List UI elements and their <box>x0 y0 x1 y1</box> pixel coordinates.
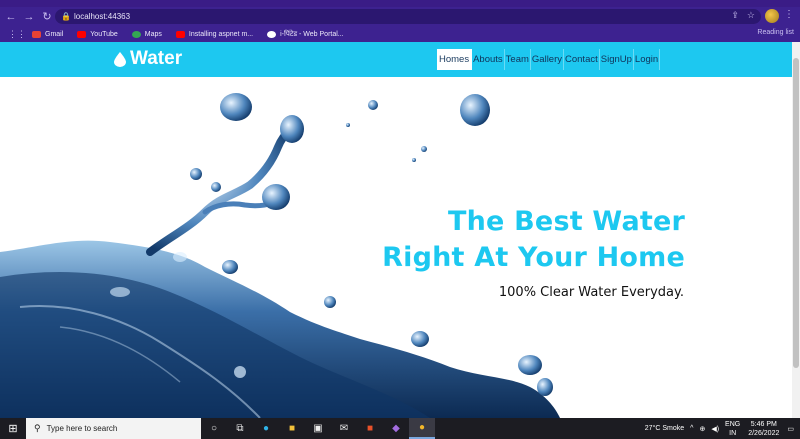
visual-studio-icon[interactable]: ◆ <box>383 418 409 439</box>
bookmark-installing-aspnet[interactable]: Installing aspnet m... <box>175 30 253 38</box>
network-icon[interactable]: ⊕ <box>699 425 705 433</box>
hero-banner: The Best Water Right At Your Home 100% C… <box>0 77 792 418</box>
search-icon: ⚲ <box>34 423 41 433</box>
bookmark-youtube[interactable]: YouTube <box>77 30 118 38</box>
url-text[interactable]: localhost:44363 <box>74 12 130 21</box>
office-icon[interactable]: ■ <box>357 418 383 439</box>
clock[interactable]: 5:46 PM 2/26/2022 <box>748 420 779 438</box>
forward-icon[interactable]: → <box>22 10 36 24</box>
scrollbar-thumb[interactable] <box>793 58 799 368</box>
tray-chevron-icon[interactable]: ^ <box>690 425 693 432</box>
reading-list-label: Reading list <box>757 29 794 36</box>
search-placeholder: Type here to search <box>46 424 118 433</box>
mail-icon[interactable]: ✉ <box>331 418 357 439</box>
nav-team[interactable]: Team <box>505 49 531 70</box>
bookmark-star-icon[interactable]: ☆ <box>747 10 755 21</box>
lang-top: ENG <box>725 420 741 428</box>
main-menu: Homes Abouts Team Gallery Contact SignUp… <box>437 49 661 70</box>
system-tray: 27°C Smoke ^ ⊕ ◀) ENG IN 5:46 PM 2/26/20… <box>645 418 800 439</box>
hero-subtitle: 100% Clear Water Everyday. <box>498 285 684 300</box>
lock-icon[interactable]: 🔒 <box>60 12 72 21</box>
gmail-icon <box>32 30 41 38</box>
share-icon[interactable]: ⇪ <box>731 10 739 21</box>
youtube-icon <box>77 30 87 38</box>
address-bar[interactable]: 🔒 localhost:44363 ⇪ ☆ <box>55 9 761 24</box>
site-brand[interactable]: Water <box>114 48 182 70</box>
back-icon[interactable]: ← <box>4 10 18 24</box>
portal-icon <box>267 30 277 38</box>
edge-icon[interactable]: ● <box>253 418 279 439</box>
task-view-icon[interactable]: ⧉ <box>227 418 253 439</box>
reload-icon[interactable]: ↻ <box>40 10 54 24</box>
water-drop-icon <box>114 51 126 67</box>
weather-widget[interactable]: 27°C Smoke <box>645 425 684 432</box>
nav-homes[interactable]: Homes <box>437 49 473 70</box>
cortana-icon[interactable]: ○ <box>201 418 227 439</box>
headline-line-1: The Best Water <box>448 206 685 237</box>
page-scrollbar[interactable] <box>792 42 800 418</box>
weather-text: 27°C Smoke <box>644 425 685 432</box>
browser-menu-icon[interactable]: ⋮ <box>784 9 794 20</box>
bookmark-gmail[interactable]: Gmail <box>32 30 63 38</box>
chrome-icon[interactable]: ● <box>409 418 435 439</box>
clock-time: 5:46 PM <box>750 420 777 428</box>
headline-line-2: Right At Your Home <box>382 242 685 273</box>
clock-date: 2/26/2022 <box>748 429 780 437</box>
profile-avatar[interactable] <box>765 9 779 23</box>
hero-headline: The Best Water Right At Your Home <box>382 204 685 276</box>
reading-list-button[interactable]: Reading list <box>757 29 794 36</box>
nav-login[interactable]: Login <box>634 49 661 70</box>
browser-toolbar: ← → ↻ 🔒 localhost:44363 ⇪ ☆ ⋮ <box>0 7 800 26</box>
nav-contact[interactable]: Contact <box>564 49 600 70</box>
bookmark-maps[interactable]: Maps <box>131 30 162 38</box>
nav-abouts[interactable]: Abouts <box>472 49 505 70</box>
bookmarks-bar: ⋮⋮ Gmail YouTube Maps Installing aspnet … <box>0 26 800 42</box>
store-icon[interactable]: ▣ <box>305 418 331 439</box>
notification-icon[interactable]: ▭ <box>787 425 794 433</box>
windows-taskbar: ⊞ ⚲ Type here to search ○ ⧉ ● ■ ▣ ✉ ■ ◆ … <box>0 418 800 439</box>
maps-icon <box>131 30 141 38</box>
lang-bottom: IN <box>729 429 737 437</box>
site-navbar: Water Homes Abouts Team Gallery Contact … <box>0 42 792 77</box>
bookmark-web-portal[interactable]: i-पिंटेड - Web Portal... <box>267 30 344 39</box>
language-indicator[interactable]: ENG IN <box>725 420 740 438</box>
taskbar-search[interactable]: ⚲ Type here to search <box>26 418 201 439</box>
apps-icon[interactable]: ⋮⋮ <box>8 29 26 40</box>
nav-signup[interactable]: SignUp <box>600 49 634 70</box>
volume-icon[interactable]: ◀) <box>711 425 719 433</box>
tab-strip <box>0 0 800 7</box>
windows-start-icon[interactable]: ⊞ <box>0 422 26 435</box>
youtube-icon <box>175 30 185 38</box>
brand-name: Water <box>130 48 183 69</box>
nav-gallery[interactable]: Gallery <box>531 49 564 70</box>
file-explorer-icon[interactable]: ■ <box>279 418 305 439</box>
